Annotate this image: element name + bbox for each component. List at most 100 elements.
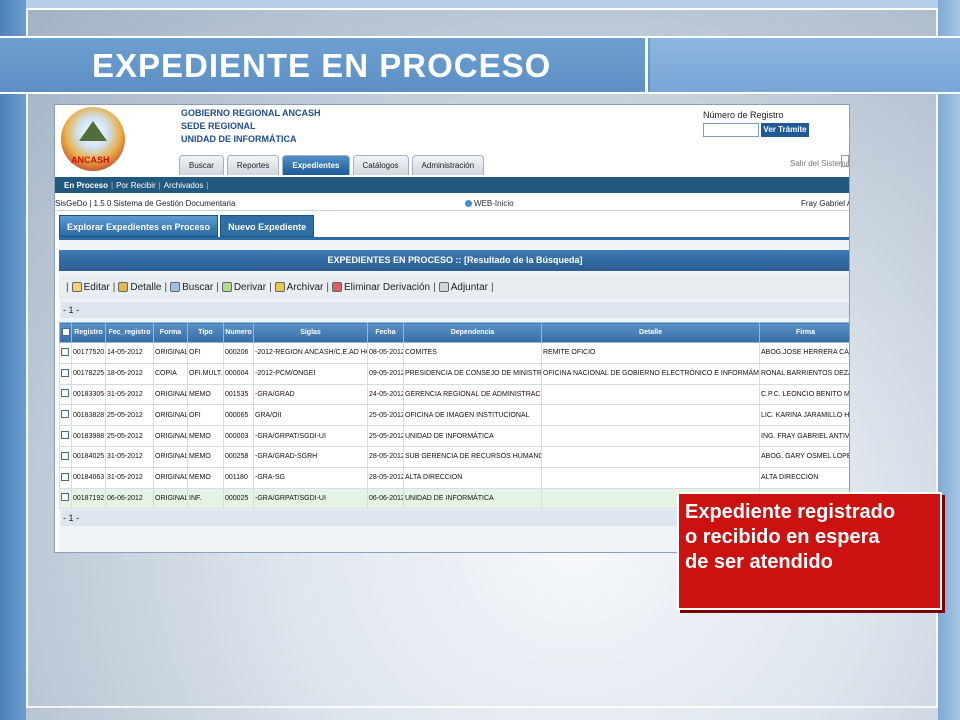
table-row[interactable]: 00183305 31-05-2012 ORIGINAL MEMO 001535 -GRA… bbox=[59, 383, 849, 406]
table-cell: 25-05-2012 bbox=[105, 425, 154, 447]
column-header[interactable]: Fecha bbox=[367, 322, 404, 343]
table-row[interactable]: 00178225 18-05-2012 COPIA OFI.MULT. 000004 -2… bbox=[59, 362, 849, 385]
checkbox-icon bbox=[61, 368, 69, 377]
detalle-button[interactable]: Detalle bbox=[118, 282, 161, 293]
grid-title: EXPEDIENTES EN PROCESO :: [Resultado de … bbox=[59, 250, 849, 271]
row-select-checkbox[interactable] bbox=[59, 466, 72, 489]
table-cell: 000206 bbox=[223, 342, 254, 364]
tab-nuevo-expediente[interactable]: Nuevo Expediente bbox=[220, 215, 315, 237]
table-cell: ABOG.JOSE HERRERA CAND bbox=[759, 342, 849, 364]
row-select-checkbox[interactable] bbox=[59, 342, 72, 364]
tab-reportes[interactable]: Reportes bbox=[226, 155, 280, 175]
subnav-por-recibir[interactable]: Por Recibir bbox=[113, 181, 159, 190]
tab-catalogos[interactable]: Catálogos bbox=[352, 155, 409, 175]
tab-administracion[interactable]: Administración bbox=[411, 155, 485, 175]
callout-box: Expediente registrado o recibido en espe… bbox=[677, 492, 942, 610]
table-cell: MEMO bbox=[187, 445, 224, 468]
table-cell: SUB GERENCIA DE RECURSOS HUMANOS bbox=[403, 445, 542, 468]
table-cell: -GRA/GRPAT/SGDI-UI bbox=[253, 425, 368, 447]
table-cell: ORIGINAL bbox=[153, 466, 188, 489]
table-cell: 00177520 bbox=[71, 342, 106, 364]
table-cell: 00187192 bbox=[71, 487, 106, 510]
delete-icon bbox=[331, 282, 342, 292]
column-header[interactable]: Dependencia bbox=[403, 322, 542, 343]
mountain-icon bbox=[79, 121, 107, 141]
column-header[interactable]: Tipo bbox=[187, 322, 224, 343]
registro-input[interactable] bbox=[703, 123, 759, 137]
buscar-button[interactable]: Buscar bbox=[170, 282, 213, 293]
table-cell: PRESIDENCIA DE CONSEJO DE MINISTROS bbox=[403, 362, 542, 385]
table-cell: -GRA/GRAD bbox=[253, 383, 368, 406]
tab-buscar[interactable]: Buscar bbox=[179, 155, 224, 175]
web-inicio-label: WEB-Inicio bbox=[474, 199, 514, 208]
table-row[interactable]: 00177520 14-05-2012 ORIGINAL OFI 000206 -2012… bbox=[59, 342, 849, 364]
table-cell: ORIGINAL bbox=[153, 445, 188, 468]
status-bar: SisGeDo | 1.5.0 Sistema de Gestión Docum… bbox=[55, 197, 849, 211]
table-cell bbox=[541, 404, 760, 427]
table-cell: 000004 bbox=[223, 362, 254, 385]
row-select-checkbox[interactable] bbox=[59, 487, 72, 510]
table-row[interactable]: 00184063 31-05-2012 ORIGINAL MEMO 001180 -GRA… bbox=[59, 466, 849, 489]
table-cell: REMITE OFICIO bbox=[541, 342, 760, 364]
row-select-checkbox[interactable] bbox=[59, 383, 72, 406]
table-cell: 00178225 bbox=[71, 362, 106, 385]
subnav-en-proceso[interactable]: En Proceso bbox=[61, 181, 111, 190]
frame-top-line bbox=[0, 8, 960, 10]
table-row[interactable]: 00183828 25-05-2012 ORIGINAL OFI 000065 GRA/O… bbox=[59, 404, 849, 427]
table-row[interactable]: 00184025 31-05-2012 ORIGINAL MEMO 000258 -GRA… bbox=[59, 445, 849, 468]
column-header[interactable]: Forma bbox=[153, 322, 188, 343]
column-header[interactable]: Firma bbox=[759, 322, 849, 343]
eliminar-derivacion-label: Eliminar Derivación bbox=[343, 281, 431, 293]
derivar-button[interactable]: Derivar bbox=[221, 282, 266, 293]
tab-expedientes[interactable]: Expedientes bbox=[282, 155, 350, 175]
table-cell: INF. bbox=[187, 487, 224, 510]
title-cell: EXPEDIENTE EN PROCESO bbox=[0, 38, 645, 92]
title-right-block bbox=[650, 38, 960, 92]
table-cell: 31-05-2012 bbox=[105, 383, 154, 406]
web-inicio-link[interactable]: WEB-Inicio bbox=[465, 199, 514, 208]
column-header[interactable]: Detalle bbox=[541, 322, 760, 343]
archivar-button[interactable]: Archivar bbox=[274, 281, 324, 293]
table-header-row: Registro Fec_registro Forma Tipo Numero … bbox=[59, 322, 849, 343]
table-cell: MEMO bbox=[187, 466, 224, 489]
row-select-checkbox[interactable] bbox=[59, 362, 72, 385]
checkbox-icon bbox=[61, 493, 69, 502]
eliminar-derivacion-button[interactable]: Eliminar Derivación bbox=[331, 281, 431, 293]
ver-tramite-button[interactable]: Ver Trámite bbox=[761, 123, 809, 137]
table-cell: 001180 bbox=[223, 466, 254, 489]
adjuntar-button[interactable]: Adjuntar bbox=[438, 282, 488, 293]
exit-icon[interactable] bbox=[841, 155, 849, 167]
row-select-checkbox[interactable] bbox=[59, 404, 72, 427]
column-header[interactable]: Registro bbox=[71, 322, 106, 343]
table-cell: 000003 bbox=[223, 425, 254, 447]
table-row[interactable]: 00183988 25-05-2012 ORIGINAL MEMO 000003 -GRA… bbox=[59, 425, 849, 447]
subnav-archivados[interactable]: Archivados bbox=[161, 181, 207, 190]
table-cell: 000065 bbox=[223, 404, 254, 427]
row-select-checkbox[interactable] bbox=[59, 445, 72, 468]
table-cell: 31-05-2012 bbox=[105, 466, 154, 489]
region-logo: ANCASH bbox=[61, 107, 125, 171]
row-select-checkbox[interactable] bbox=[59, 425, 72, 447]
column-header[interactable]: Siglas bbox=[253, 322, 368, 343]
editar-button[interactable]: Editar bbox=[71, 281, 110, 293]
detalle-label: Detalle bbox=[130, 281, 162, 293]
column-header[interactable]: Fec_registro bbox=[105, 322, 154, 343]
toolbar-separator: | bbox=[66, 281, 69, 293]
table-cell: ING. FRAY GABRIEL ANTIVO bbox=[759, 425, 849, 447]
toolbar-separator: | bbox=[216, 281, 219, 293]
table-cell: OFI bbox=[187, 342, 224, 364]
table-cell: MEMO bbox=[187, 383, 224, 406]
table-cell: OFICINA DE IMAGEN INSTITUCIONAL bbox=[403, 404, 542, 427]
table-cell: 09-05-2012 bbox=[367, 362, 404, 385]
toolbar: | Editar | Detalle | Buscar | Derivar | … bbox=[59, 275, 849, 299]
table-cell: -GRA-SG bbox=[253, 466, 368, 489]
table-cell: 00183305 bbox=[71, 383, 106, 406]
pager-top[interactable]: - 1 - bbox=[61, 302, 849, 318]
editar-label: Editar bbox=[83, 281, 110, 293]
tab-explorar-expedientes[interactable]: Explorar Expedientes en Proceso bbox=[59, 215, 219, 237]
archivar-label: Archivar bbox=[286, 281, 324, 293]
header-select-all[interactable] bbox=[59, 322, 72, 343]
column-header[interactable]: Numero bbox=[223, 322, 254, 343]
callout-line: o recibido en espera bbox=[685, 526, 880, 548]
table-cell: ORIGINAL bbox=[153, 404, 188, 427]
